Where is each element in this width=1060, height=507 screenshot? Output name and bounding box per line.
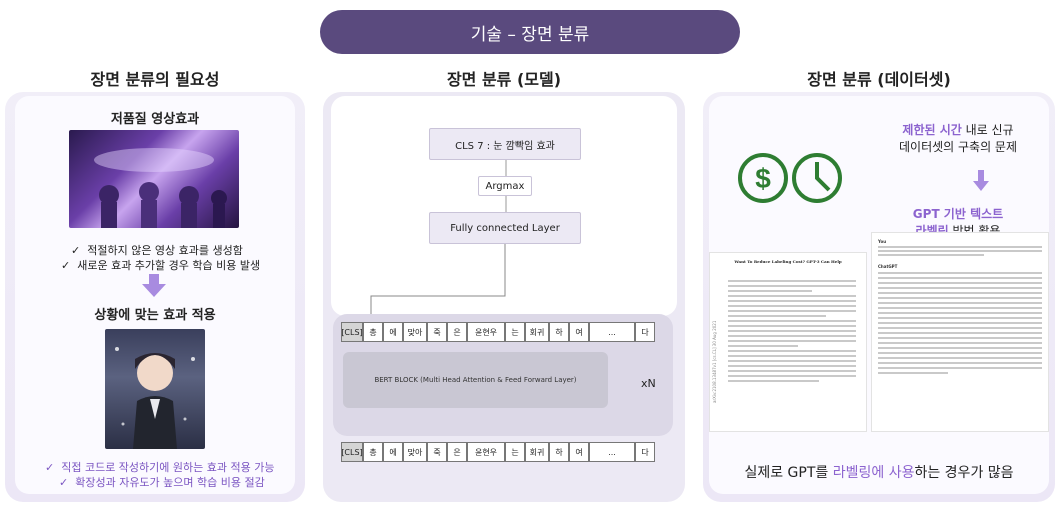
- benefit-item-2: ✓ 확장성과 자유도가 높으며 학습 비용 절감: [59, 476, 265, 489]
- paper-arxiv-id: arXiv:2108.13487v1 [cs.CL] 30 Aug 2021: [712, 320, 717, 403]
- context-effect-heading: 상황에 맞는 효과 적용: [94, 308, 216, 323]
- chatgpt-thumbnail: You ChatGPT: [871, 232, 1049, 432]
- page-title: 기술 – 장면 분류: [320, 10, 740, 54]
- token: 맞아: [403, 322, 427, 342]
- token: 은: [447, 442, 467, 462]
- column-title-need: 장면 분류의 필요성: [90, 70, 220, 89]
- token: 여: [569, 322, 589, 342]
- token: 에: [383, 322, 403, 342]
- chat-user-label: You: [878, 239, 887, 244]
- token: 하: [549, 442, 569, 462]
- paper-title: Want To Reduce Labeling Cost? GPT-3 Can …: [734, 259, 842, 264]
- input-token-row: [CLS] 총 에 맞아 죽 은 윤현우 는 회귀 하 여 ... 다: [341, 442, 655, 462]
- top-token-row: [CLS] 총 에 맞아 죽 은 윤현우 는 회귀 하 여 ... 다: [341, 322, 655, 342]
- column-title-model: 장면 분류 (모델): [446, 70, 562, 89]
- token: 윤현우: [467, 442, 505, 462]
- token: 하: [549, 322, 569, 342]
- low-quality-effect-image: [69, 130, 239, 228]
- repeat-label: xN: [641, 377, 656, 390]
- token: 맞아: [403, 442, 427, 462]
- token: ...: [589, 322, 635, 342]
- token: 다: [635, 322, 655, 342]
- dataset-problem-text: 제한된 시간 내로 신규 데이터셋의 구축의 문제: [898, 123, 1018, 155]
- down-arrow-icon: [973, 170, 989, 191]
- cls-connector-line: [370, 244, 506, 324]
- token: 총: [363, 442, 383, 462]
- paper-thumbnail: Want To Reduce Labeling Cost? GPT-3 Can …: [709, 252, 867, 432]
- argmax-box: Argmax: [478, 176, 532, 196]
- model-panel: CLS 7 : 눈 깜빡임 효과 Argmax Fully connected …: [323, 92, 685, 502]
- clock-icon: [792, 153, 842, 203]
- fully-connected-layer-box: Fully connected Layer: [429, 212, 581, 244]
- benefit-item-1: ✓ 직접 코드로 작성하기에 원하는 효과 적용 가능: [45, 461, 275, 474]
- token: 은: [447, 322, 467, 342]
- problem-item-2: ✓ 새로운 효과 추가할 경우 학습 비용 발생: [61, 259, 261, 272]
- dataset-panel: $ 제한된 시간 내로 신규 데이터셋의 구축의 문제 GPT 기반 텍스트 라…: [703, 92, 1055, 502]
- dataset-conclusion-text: 실제로 GPT를 라벨링에 사용하는 경우가 많음: [744, 465, 1014, 481]
- token: 죽: [427, 322, 447, 342]
- column-title-dataset: 장면 분류 (데이터셋): [807, 70, 951, 89]
- token: 죽: [427, 442, 447, 462]
- context-effect-image: [105, 329, 205, 449]
- token: 회귀: [525, 322, 549, 342]
- output-class-box: CLS 7 : 눈 깜빡임 효과: [429, 128, 581, 160]
- token: 총: [363, 322, 383, 342]
- svg-text:$: $: [755, 163, 771, 194]
- token: 는: [505, 322, 525, 342]
- token: 여: [569, 442, 589, 462]
- token: 회귀: [525, 442, 549, 462]
- token: [CLS]: [341, 322, 363, 342]
- down-arrow-icon: [142, 274, 166, 297]
- chat-gpt-label: ChatGPT: [878, 264, 898, 269]
- token: 는: [505, 442, 525, 462]
- problem-item-1: ✓ 적절하지 않은 영상 효과를 생성함: [71, 244, 243, 257]
- bert-block: BERT BLOCK (Multi Head Attention & Feed …: [343, 352, 608, 408]
- need-panel: 저품질 영상효과 ✓ 적절하지 않은 영상 효과를 생성함 ✓ 새로운 효과 추…: [5, 92, 305, 502]
- dollar-icon: $: [738, 153, 788, 203]
- token: 윤현우: [467, 322, 505, 342]
- low-quality-heading: 저품질 영상효과: [110, 112, 200, 127]
- token: 에: [383, 442, 403, 462]
- token: 다: [635, 442, 655, 462]
- token: ...: [589, 442, 635, 462]
- token: [CLS]: [341, 442, 363, 462]
